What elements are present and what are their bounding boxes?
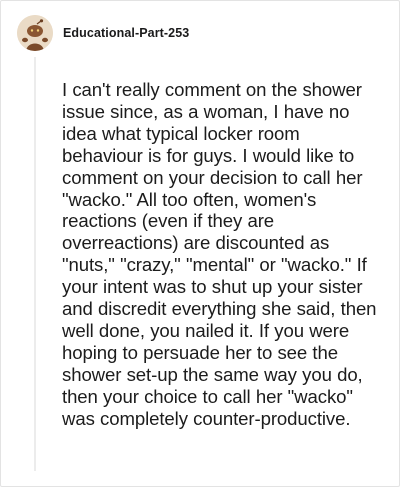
avatar-figure [17,15,53,51]
snoo-avatar-icon[interactable] [17,15,53,51]
comment-card: Educational-Part-253 I can't really comm… [0,0,400,487]
thread-collapse-line[interactable] [34,57,36,471]
comment-body-text: I can't really comment on the shower iss… [62,79,377,429]
comment-username[interactable]: Educational-Part-253 [63,26,189,40]
comment-header: Educational-Part-253 [17,15,189,51]
